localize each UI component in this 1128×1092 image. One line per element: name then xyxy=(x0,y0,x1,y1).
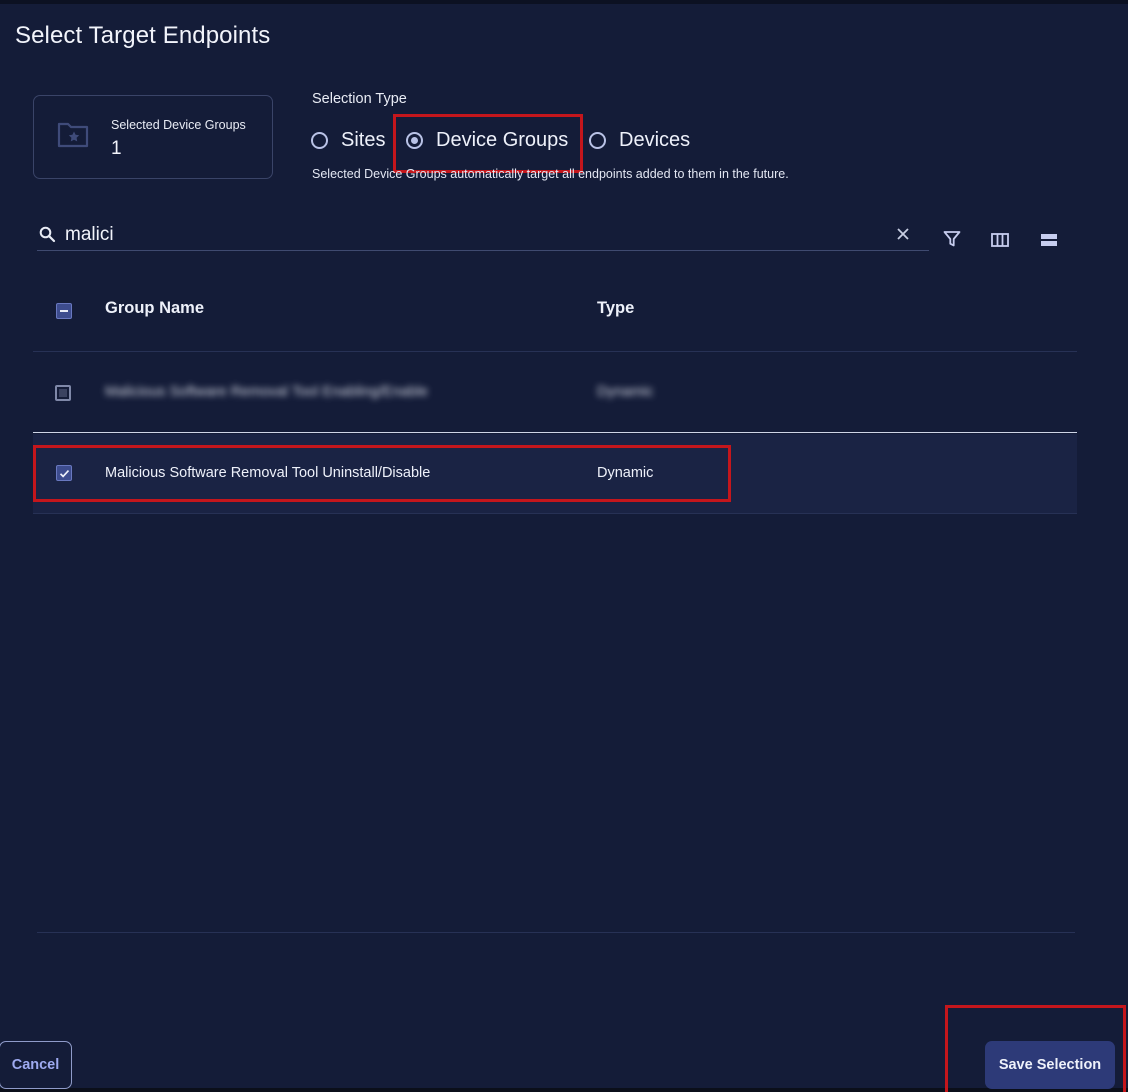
check-icon xyxy=(59,470,70,478)
radio-devices-label: Devices xyxy=(619,128,691,151)
row-group-name: Malicious Software Removal Tool Uninstal… xyxy=(105,465,431,481)
radio-devices[interactable]: Devices xyxy=(589,126,690,154)
columns-icon[interactable] xyxy=(991,233,1009,252)
clear-icon[interactable] xyxy=(895,226,911,247)
search-bar xyxy=(37,218,929,251)
select-target-endpoints-dialog: Select Target Endpoints Selected Device … xyxy=(0,0,1128,1092)
column-header-type[interactable]: Type xyxy=(597,299,634,318)
radio-device-groups-circle[interactable] xyxy=(406,131,423,149)
save-selection-button[interactable]: Save Selection xyxy=(985,1041,1115,1089)
search-icon xyxy=(39,226,56,248)
selection-helper-text: Selected Device Groups automatically tar… xyxy=(312,167,789,181)
filter-icon[interactable] xyxy=(943,230,961,253)
column-header-group-name[interactable]: Group Name xyxy=(105,299,204,318)
row-checkbox[interactable] xyxy=(56,465,72,481)
table-row[interactable]: Malicious Software Removal Tool Enabling… xyxy=(33,353,1077,433)
selected-device-groups-card: Selected Device Groups 1 xyxy=(33,95,273,179)
selection-type-label: Selection Type xyxy=(312,91,407,107)
row-checkbox[interactable] xyxy=(55,385,71,401)
radio-device-groups[interactable]: Device Groups xyxy=(406,126,568,154)
row-type: Dynamic xyxy=(597,465,654,481)
table-header: Group Name Type xyxy=(33,269,1077,352)
search-input[interactable] xyxy=(63,220,887,250)
select-all-checkbox[interactable] xyxy=(56,303,72,319)
radio-sites[interactable]: Sites xyxy=(311,126,385,154)
radio-devices-circle[interactable] xyxy=(589,131,606,149)
radio-device-groups-label: Device Groups xyxy=(436,128,569,151)
selected-device-groups-count: 1 xyxy=(111,138,122,159)
radio-sites-label: Sites xyxy=(341,128,386,151)
row-group-name: Malicious Software Removal Tool Enabling… xyxy=(105,384,428,400)
dialog-title: Select Target Endpoints xyxy=(15,22,271,49)
folder-star-icon xyxy=(57,120,89,153)
table-footer-divider xyxy=(37,932,1075,933)
row-type: Dynamic xyxy=(597,384,654,400)
table-row[interactable]: Malicious Software Removal Tool Uninstal… xyxy=(33,434,1077,514)
selected-device-groups-label: Selected Device Groups xyxy=(111,118,246,132)
density-icon[interactable] xyxy=(1040,233,1058,252)
radio-sites-circle[interactable] xyxy=(311,131,328,149)
cancel-button[interactable]: Cancel xyxy=(0,1041,72,1089)
